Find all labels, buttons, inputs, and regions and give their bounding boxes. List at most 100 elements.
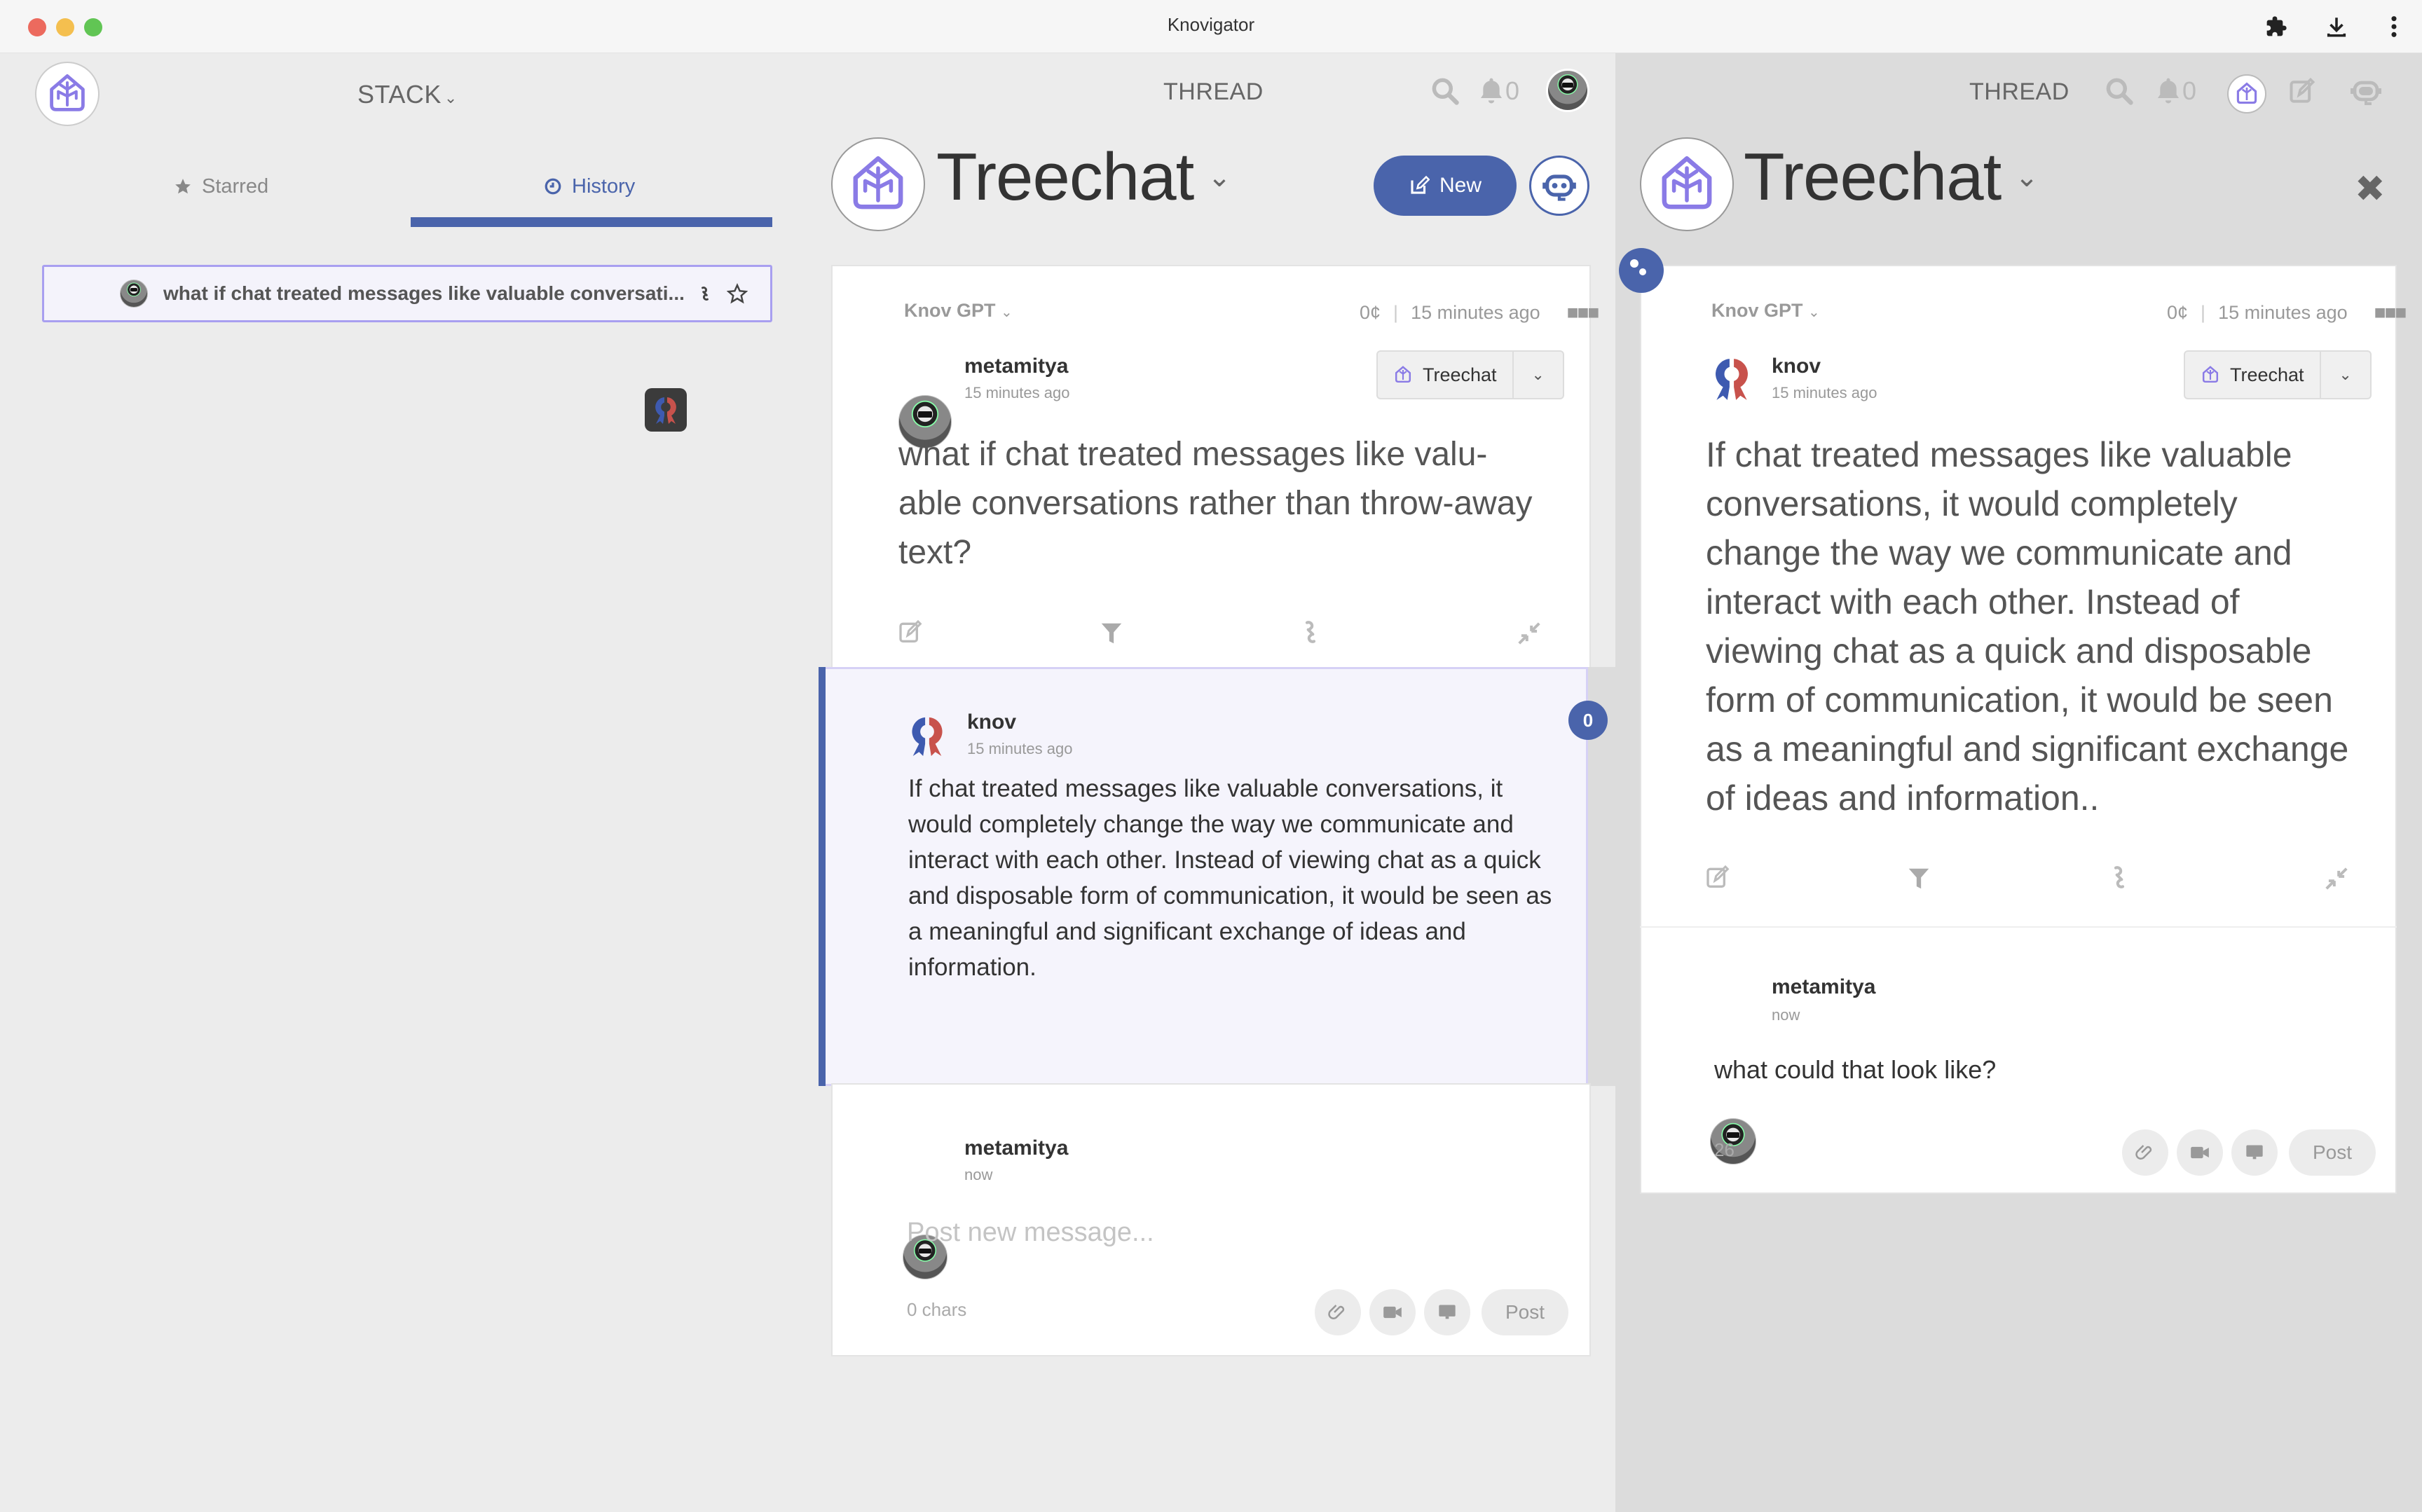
screen-share-button[interactable]: [1424, 1289, 1470, 1335]
model-selector[interactable]: Knov GPT ⌄: [1711, 300, 1820, 322]
chevron-down-icon[interactable]: ⌄: [1514, 366, 1563, 384]
video-camera-icon: [2191, 1146, 2209, 1159]
more-options-icon[interactable]: ■■■: [2374, 301, 2407, 324]
screen-share-button[interactable]: [2231, 1129, 2278, 1176]
notification-count: 0: [2182, 76, 2197, 105]
reply-message-input[interactable]: what could that look like?: [1714, 1055, 2345, 1085]
new-post-button[interactable]: New: [1374, 156, 1517, 216]
window-title: Knovigator: [1167, 14, 1255, 35]
filter-icon[interactable]: [1903, 863, 1934, 894]
treechat-home-button[interactable]: [2227, 74, 2266, 114]
tag-label: Treechat: [1423, 364, 1497, 385]
edit-icon[interactable]: [1703, 862, 1734, 893]
video-button[interactable]: [2177, 1129, 2223, 1176]
knov-avatar[interactable]: [1710, 355, 1753, 406]
video-button[interactable]: [1369, 1289, 1416, 1335]
paperclip-icon: [1328, 1305, 1345, 1319]
edit-icon[interactable]: [896, 617, 926, 647]
download-icon[interactable]: [2322, 13, 2351, 41]
filter-icon[interactable]: [1096, 618, 1127, 649]
link-icon[interactable]: [693, 282, 717, 305]
link-icon[interactable]: [2104, 862, 2135, 893]
post-author-time: 15 minutes ago: [1772, 384, 1877, 401]
post-meta: 0¢ | 15 minutes ago ■■■: [1360, 301, 1600, 324]
star-outline-icon[interactable]: [725, 282, 749, 305]
post-meta: 0¢ | 15 minutes ago ■■■: [2167, 301, 2407, 324]
treechat-logo-button[interactable]: [35, 62, 100, 126]
tag-selector[interactable]: Treechat ⌄: [1376, 350, 1564, 399]
post-author-time: 15 minutes ago: [964, 384, 1070, 401]
ai-assistant-button[interactable]: [1529, 156, 1589, 216]
more-options-icon[interactable]: ■■■: [1567, 301, 1600, 324]
attach-button[interactable]: [2122, 1129, 2168, 1176]
stack-dropdown[interactable]: STACK ⌄: [357, 80, 458, 109]
history-item-text: what if chat treated messages like valua…: [163, 282, 685, 304]
notifications-button[interactable]: 0: [2154, 73, 2210, 109]
avatar: [120, 280, 148, 308]
collapse-icon[interactable]: [2321, 863, 2352, 894]
knov-avatar[interactable]: [907, 713, 947, 762]
tag-button[interactable]: Treechat: [1378, 352, 1514, 398]
compose-author: metamitya: [964, 1136, 1069, 1160]
cost-label: 0¢: [2167, 301, 2189, 323]
separator: |: [2201, 301, 2206, 323]
puzzle-extensions-icon[interactable]: [2262, 13, 2290, 41]
reply-author[interactable]: knov: [967, 710, 1016, 734]
active-tab-indicator: [411, 217, 772, 227]
search-icon[interactable]: [2101, 73, 2137, 109]
tab-starred[interactable]: Starred: [174, 165, 268, 207]
selected-indicator: [819, 667, 826, 1086]
new-button-label: New: [1439, 174, 1482, 197]
attach-button[interactable]: [1315, 1289, 1361, 1335]
treechat-logo-icon: [2202, 366, 2219, 383]
thread-position-indicator[interactable]: [1619, 248, 1664, 293]
post-button[interactable]: Post: [2289, 1129, 2376, 1176]
thread-title-dropdown[interactable]: Treechat ⌄: [1744, 139, 2039, 216]
reply-count-badge[interactable]: 0: [1568, 701, 1608, 740]
thread-title-dropdown[interactable]: Treechat ⌄: [936, 139, 1231, 216]
star-icon: [175, 179, 191, 194]
collapse-icon[interactable]: [1514, 618, 1545, 649]
notifications-button[interactable]: 0: [1477, 73, 1533, 109]
link-icon[interactable]: [1295, 617, 1326, 647]
post-author[interactable]: knov: [1772, 355, 1821, 378]
column-title: THREAD: [1163, 78, 1264, 105]
model-selector[interactable]: Knov GPT ⌄: [904, 300, 1013, 322]
tab-history-label: History: [572, 174, 636, 198]
branch-dots-icon: [1630, 259, 1646, 275]
kebab-menu-icon[interactable]: [2380, 13, 2408, 41]
compose-author: metamitya: [1772, 975, 1876, 998]
separator: |: [1393, 301, 1399, 323]
knov-logo-icon: [1716, 359, 1748, 400]
video-camera-icon: [1383, 1306, 1402, 1319]
chevron-down-icon: ⌄: [444, 89, 458, 106]
monitor-icon: [1439, 1305, 1456, 1319]
chevron-down-icon[interactable]: ⌄: [2321, 366, 2370, 384]
compose-time: now: [964, 1166, 993, 1183]
compose-time: now: [1772, 1006, 1800, 1024]
close-column-icon[interactable]: ✖: [2355, 168, 2386, 210]
knov-app-button[interactable]: [645, 388, 687, 432]
char-count: 26: [1714, 1139, 1735, 1160]
treechat-thread-logo[interactable]: [831, 137, 925, 231]
search-icon[interactable]: [1427, 73, 1463, 109]
post-author[interactable]: metamitya: [964, 355, 1068, 378]
post-time: 15 minutes ago: [2218, 301, 2348, 323]
tag-button[interactable]: Treechat: [2185, 352, 2321, 398]
tab-history[interactable]: History: [544, 165, 635, 207]
post-message-input[interactable]: Post new message...: [907, 1218, 1538, 1248]
user-avatar-button[interactable]: [1546, 69, 1589, 112]
post-button[interactable]: Post: [1482, 1289, 1568, 1335]
thread-title: Treechat: [936, 139, 1194, 214]
focused-post-text: If chat treated messages like valuable c…: [1706, 435, 2349, 818]
reply-time: 15 minutes ago: [967, 740, 1073, 757]
history-list-item[interactable]: what if chat treated messages like valua…: [42, 265, 772, 322]
treechat-thread-logo[interactable]: [1640, 137, 1734, 231]
tag-selector[interactable]: Treechat ⌄: [2184, 350, 2372, 399]
robot-icon[interactable]: [2348, 73, 2384, 109]
knov-logo-icon: [912, 717, 943, 756]
cost-label: 0¢: [1360, 301, 1381, 323]
treechat-logo-icon: [2236, 82, 2257, 104]
compose-icon[interactable]: [2285, 73, 2321, 109]
reply-text: If chat treated messages like valuable c…: [908, 775, 1552, 981]
